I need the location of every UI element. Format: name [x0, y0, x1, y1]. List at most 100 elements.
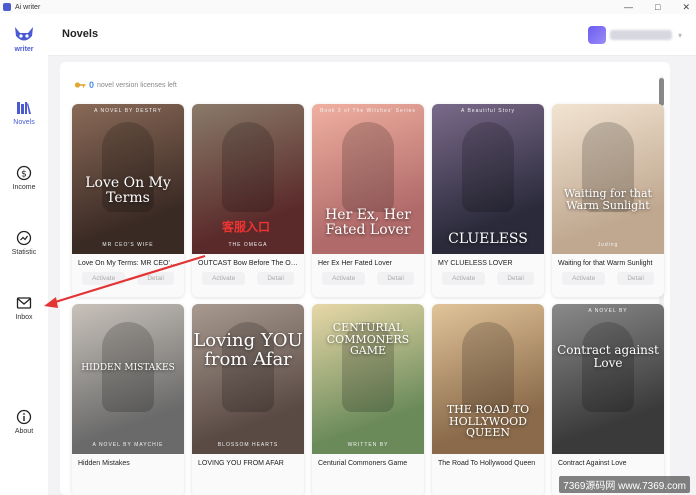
window-title: Ai writer	[15, 3, 41, 11]
card-actions: Activate Detail	[72, 267, 184, 285]
novel-cover[interactable]: A NOVEL BY DESTRY Love On My Terms MR CEO'…	[72, 104, 184, 254]
novel-title: MY CLUELESS LOVER	[438, 260, 513, 267]
chart-circle-icon	[16, 230, 32, 246]
page-title: Novels	[62, 28, 99, 40]
sidebar-item-label: About	[14, 428, 34, 435]
sidebar-item-novels[interactable]: Novels	[0, 100, 48, 126]
detail-button[interactable]: Detail	[377, 272, 414, 285]
app-window: Ai writer — □ ✕ writer Novels $ Income S…	[0, 0, 696, 495]
page-header: Novels ▾	[48, 14, 696, 56]
sidebar-item-about[interactable]: About	[0, 409, 48, 435]
activate-button[interactable]: Activate	[442, 272, 486, 285]
cover-title: CENTURIAL COMMONERS GAME	[326, 321, 410, 358]
chevron-down-icon: ▾	[677, 30, 682, 40]
novel-title: Hidden Mistakes	[78, 460, 130, 467]
novel-card[interactable]: CENTURIAL COMMONERS GAME WRITTEN BY Centur…	[312, 304, 424, 495]
sidebar-item-statistic[interactable]: Statistic	[0, 230, 48, 256]
activate-button[interactable]: Activate	[562, 272, 606, 285]
card-actions: Activate Detail	[312, 267, 424, 285]
close-icon[interactable]: ✕	[682, 2, 690, 13]
cover-subtitle: WRITTEN BY	[347, 442, 389, 448]
novel-card[interactable]: Loving YOU from Afar BLOSSOM HEARTS LOVING…	[192, 304, 304, 495]
library-icon	[16, 100, 32, 116]
novel-card[interactable]: A Beautiful Story CLUELESS MY CLUELESS LOV…	[432, 104, 544, 297]
fox-logo-icon	[13, 26, 35, 44]
watermark: 7369源码网 www.7369.com	[559, 476, 690, 493]
sidebar-item-label: Novels	[13, 119, 35, 126]
detail-button[interactable]: Detail	[497, 272, 534, 285]
title-bar: Ai writer — □ ✕	[0, 0, 696, 14]
novel-card[interactable]: Waiting for that Warm Sunlight Juding Wait…	[552, 104, 664, 297]
cover-top-line: Book 2 of The Witches' Series	[320, 108, 416, 114]
cover-title: Loving YOU from Afar	[193, 330, 303, 370]
cover-subtitle: Juding	[597, 242, 619, 248]
license-info: 0 novel version licenses left	[74, 80, 177, 90]
sidebar-item-label: Inbox	[15, 314, 33, 321]
cover-title: Love On My Terms	[85, 175, 171, 206]
detail-button[interactable]: Detail	[257, 272, 294, 285]
novel-cover[interactable]: Loving YOU from Afar BLOSSOM HEARTS	[192, 304, 304, 454]
novel-cover[interactable]: CENTURIAL COMMONERS GAME WRITTEN BY	[312, 304, 424, 454]
sidebar: writer Novels $ Income Statistic Inbox A…	[0, 14, 48, 495]
card-actions: Activate Detail	[552, 267, 664, 285]
novel-card[interactable]: A NOVEL BY Contract against Love Contract …	[552, 304, 664, 495]
license-text: novel version licenses left	[97, 81, 177, 89]
logo-label: writer	[14, 46, 34, 53]
key-icon	[74, 80, 86, 90]
avatar	[587, 26, 606, 44]
user-menu[interactable]: ▾	[587, 26, 682, 44]
novel-cover[interactable]: HIDDEN MISTAKES A NOVEL BY MAYCHIE	[72, 304, 184, 454]
cover-figure	[462, 122, 514, 212]
cover-figure	[462, 322, 514, 412]
activate-button[interactable]: Activate	[322, 272, 366, 285]
cover-subtitle: MR CEO'S WIFE	[102, 242, 154, 248]
sidebar-item-label: Statistic	[11, 249, 37, 256]
cover-title: Contract against Love	[557, 343, 659, 370]
customer-service-stamp: 客服入口	[222, 220, 271, 234]
novel-title: Centurial Commoners Game	[318, 460, 408, 467]
sidebar-item-label: Income	[12, 184, 36, 191]
cover-top-line: A Beautiful Story	[461, 108, 515, 114]
novel-cover[interactable]: A NOVEL BY Contract against Love	[552, 304, 664, 454]
novel-title: Her Ex Her Fated Lover	[318, 260, 392, 267]
app-icon	[3, 3, 11, 11]
card-actions: Activate Detail	[192, 267, 304, 285]
sidebar-item-inbox[interactable]: Inbox	[0, 295, 48, 321]
novel-title: LOVING YOU FROM AFAR	[198, 460, 284, 467]
card-actions: Activate Detail	[432, 267, 544, 285]
novel-card[interactable]: Book 2 of The Witches' Series Her Ex, Her…	[312, 104, 424, 297]
user-name-blurred	[609, 30, 672, 40]
novel-cover[interactable]: A Beautiful Story CLUELESS	[432, 104, 544, 254]
app-logo: writer	[10, 26, 38, 53]
novel-title: Contract Against Love	[558, 460, 627, 467]
cover-subtitle: BLOSSOM HEARTS	[217, 442, 279, 448]
minimize-icon[interactable]: —	[624, 2, 633, 12]
cover-title: HIDDEN MISTAKES	[81, 363, 175, 373]
info-circle-icon	[16, 409, 32, 425]
novel-title: Love On My Terms: MR CEO'S WIFE	[78, 260, 184, 267]
novel-cover[interactable]: THE ROAD TO HOLLYWOOD QUEEN	[432, 304, 544, 454]
cover-top-line: A NOVEL BY	[588, 308, 628, 314]
mail-icon	[16, 295, 32, 311]
activate-button[interactable]: Activate	[82, 272, 126, 285]
cover-figure	[342, 122, 394, 212]
cover-subtitle: A NOVEL BY MAYCHIE	[92, 442, 164, 448]
cover-title: Her Ex, Her Fated Lover	[325, 207, 411, 238]
novel-title: Waiting for that Warm Sunlight	[558, 260, 653, 267]
novel-cover[interactable]: Book 2 of The Witches' Series Her Ex, Her…	[312, 104, 424, 254]
detail-button[interactable]: Detail	[137, 272, 174, 285]
cover-title: THE ROAD TO HOLLYWOOD QUEEN	[446, 403, 530, 440]
novel-cover[interactable]: Waiting for that Warm Sunlight Juding	[552, 104, 664, 254]
novel-card[interactable]: A NOVEL BY DESTRY Love On My Terms MR CEO'…	[72, 104, 184, 297]
novel-card[interactable]: THE OMEGA OUTCAST Bow Before The Omega Act…	[192, 104, 304, 297]
svg-text:$: $	[21, 170, 27, 180]
detail-button[interactable]: Detail	[617, 272, 654, 285]
scrollbar-thumb[interactable]	[659, 78, 664, 106]
maximize-icon[interactable]: □	[655, 2, 660, 12]
license-count: 0	[89, 80, 95, 90]
activate-button[interactable]: Activate	[202, 272, 246, 285]
novel-card[interactable]: HIDDEN MISTAKES A NOVEL BY MAYCHIE Hidden …	[72, 304, 184, 495]
cover-subtitle: THE OMEGA	[228, 242, 268, 248]
sidebar-item-income[interactable]: $ Income	[0, 165, 48, 191]
novel-card[interactable]: THE ROAD TO HOLLYWOOD QUEEN The Road To H…	[432, 304, 544, 495]
